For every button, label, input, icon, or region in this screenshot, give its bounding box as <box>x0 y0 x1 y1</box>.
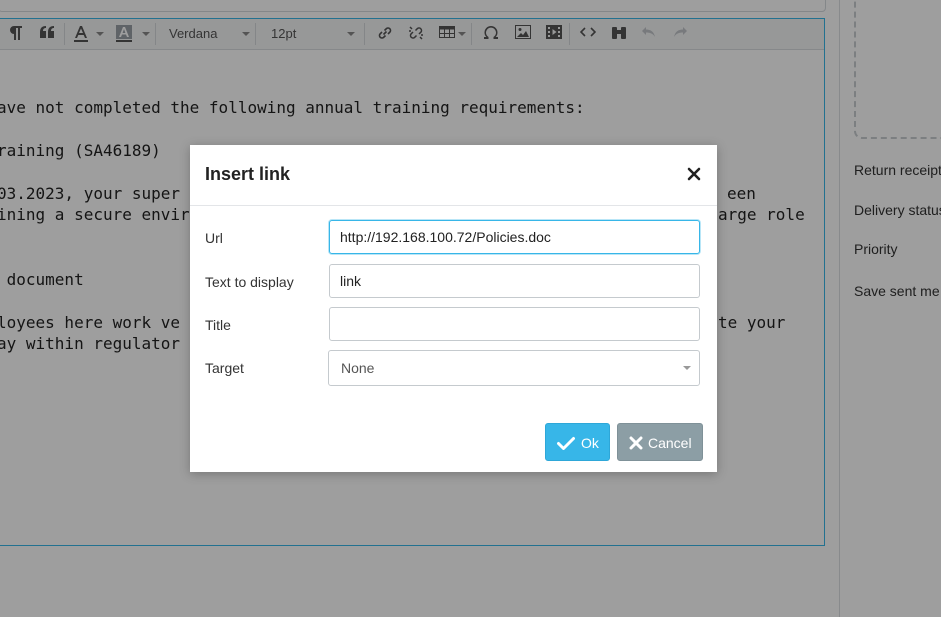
chevron-down-icon <box>683 366 691 370</box>
dialog-divider <box>190 205 717 206</box>
target-label: Target <box>205 360 244 376</box>
close-icon[interactable] <box>686 166 702 182</box>
insert-link-dialog: Insert link Url Text to display Title Ta… <box>190 145 717 472</box>
text-to-display-label: Text to display <box>205 274 294 290</box>
title-label: Title <box>205 317 231 333</box>
cancel-button-label: Cancel <box>648 435 692 451</box>
title-input[interactable] <box>329 307 700 341</box>
cancel-button[interactable]: Cancel <box>617 423 703 461</box>
target-select-value: None <box>341 360 375 376</box>
check-icon <box>557 436 575 453</box>
dialog-title: Insert link <box>205 164 291 184</box>
url-label: Url <box>205 230 223 246</box>
close-icon <box>629 436 643 453</box>
ok-button-label: Ok <box>581 435 599 451</box>
compose-page: Verdana 12pt ave not completed the follo… <box>0 0 941 617</box>
url-input[interactable] <box>329 220 700 254</box>
target-select[interactable]: None <box>328 350 700 386</box>
ok-button[interactable]: Ok <box>545 423 610 461</box>
text-to-display-input[interactable] <box>329 264 700 298</box>
